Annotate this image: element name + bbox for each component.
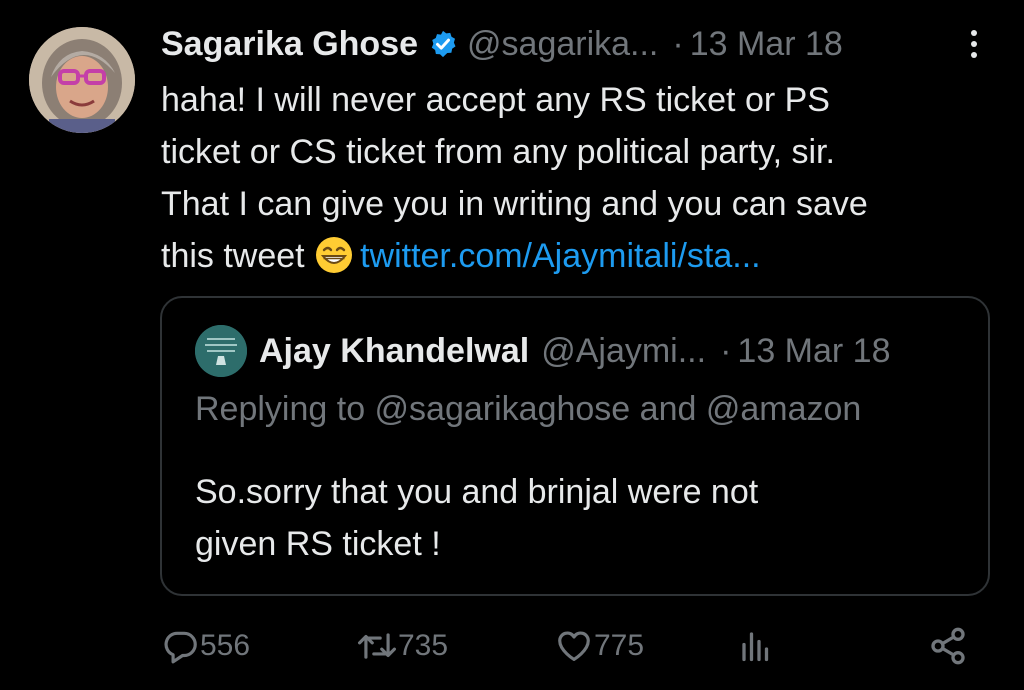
- avatar[interactable]: [29, 27, 135, 133]
- quoted-author-avatar[interactable]: [195, 325, 247, 377]
- views-button[interactable]: [738, 618, 774, 674]
- verified-badge-icon: [431, 30, 456, 58]
- quoted-author-handle[interactable]: @Ajaymi...: [541, 332, 706, 371]
- views-icon: [742, 632, 769, 662]
- author-handle[interactable]: @sagarika...: [467, 25, 658, 64]
- retweet-button[interactable]: 735: [356, 618, 448, 674]
- replying-to-prefix: Replying to: [195, 390, 375, 428]
- tweet-link[interactable]: twitter.com/Ajaymitali/sta...: [360, 237, 761, 275]
- tweet-text-line: That I can give you in writing and you c…: [161, 185, 868, 223]
- tweet-text-line-last: this tweet twitter.com/Ajaymitali/sta...: [161, 230, 1001, 282]
- like-count: 775: [594, 629, 645, 662]
- quoted-author-name[interactable]: Ajay Khandelwal: [259, 332, 529, 371]
- author-name[interactable]: Sagarika Ghose: [161, 25, 418, 64]
- share-icon: [931, 627, 965, 665]
- tweet-text-fragment: this tweet: [161, 237, 315, 275]
- tweet-header: Sagarika Ghose @sagarika... · 13 Mar 18: [161, 22, 976, 66]
- quoted-text-line: given RS ticket !: [195, 525, 441, 563]
- quoted-tweet-text: So.sorry that you and brinjal were not g…: [195, 466, 955, 570]
- retweet-icon: [358, 633, 396, 659]
- avatar-image: [29, 27, 135, 133]
- like-icon: [558, 631, 590, 662]
- action-bar: 556 735 775: [160, 618, 980, 674]
- separator-dot: ·: [672, 24, 684, 63]
- more-options-icon[interactable]: [962, 30, 986, 66]
- mention-amazon[interactable]: @amazon: [706, 390, 861, 428]
- reply-count: 556: [200, 629, 251, 662]
- quoted-text-line: So.sorry that you and brinjal were not: [195, 473, 759, 511]
- quoted-separator-dot: ·: [720, 331, 732, 370]
- quoted-tweet-header: Ajay Khandelwal @Ajaymi... · 13 Mar 18: [259, 328, 891, 374]
- tweet-text: haha! I will never accept any RS ticket …: [161, 74, 1001, 282]
- reply-button[interactable]: 556: [162, 618, 250, 674]
- replying-to-and: and: [630, 390, 706, 428]
- mention-sagarikaghose[interactable]: @sagarikaghose: [375, 390, 631, 428]
- tweet-date[interactable]: 13 Mar 18: [690, 25, 843, 64]
- share-button[interactable]: [928, 618, 968, 674]
- like-button[interactable]: 775: [554, 618, 644, 674]
- grinning-squinting-emoji-icon: [316, 237, 353, 273]
- tweet-text-line: ticket or CS ticket from any political p…: [161, 133, 835, 171]
- quoted-tweet-date: 13 Mar 18: [737, 331, 891, 370]
- retweet-count: 735: [398, 629, 449, 662]
- quoted-avatar-image: [195, 325, 247, 377]
- quoted-tweet-card[interactable]: Ajay Khandelwal @Ajaymi... · 13 Mar 18 R…: [160, 296, 990, 596]
- reply-icon: [164, 631, 197, 664]
- replying-to-line: Replying to @sagarikaghose and @amazon: [195, 390, 861, 429]
- tweet-text-line: haha! I will never accept any RS ticket …: [161, 81, 830, 119]
